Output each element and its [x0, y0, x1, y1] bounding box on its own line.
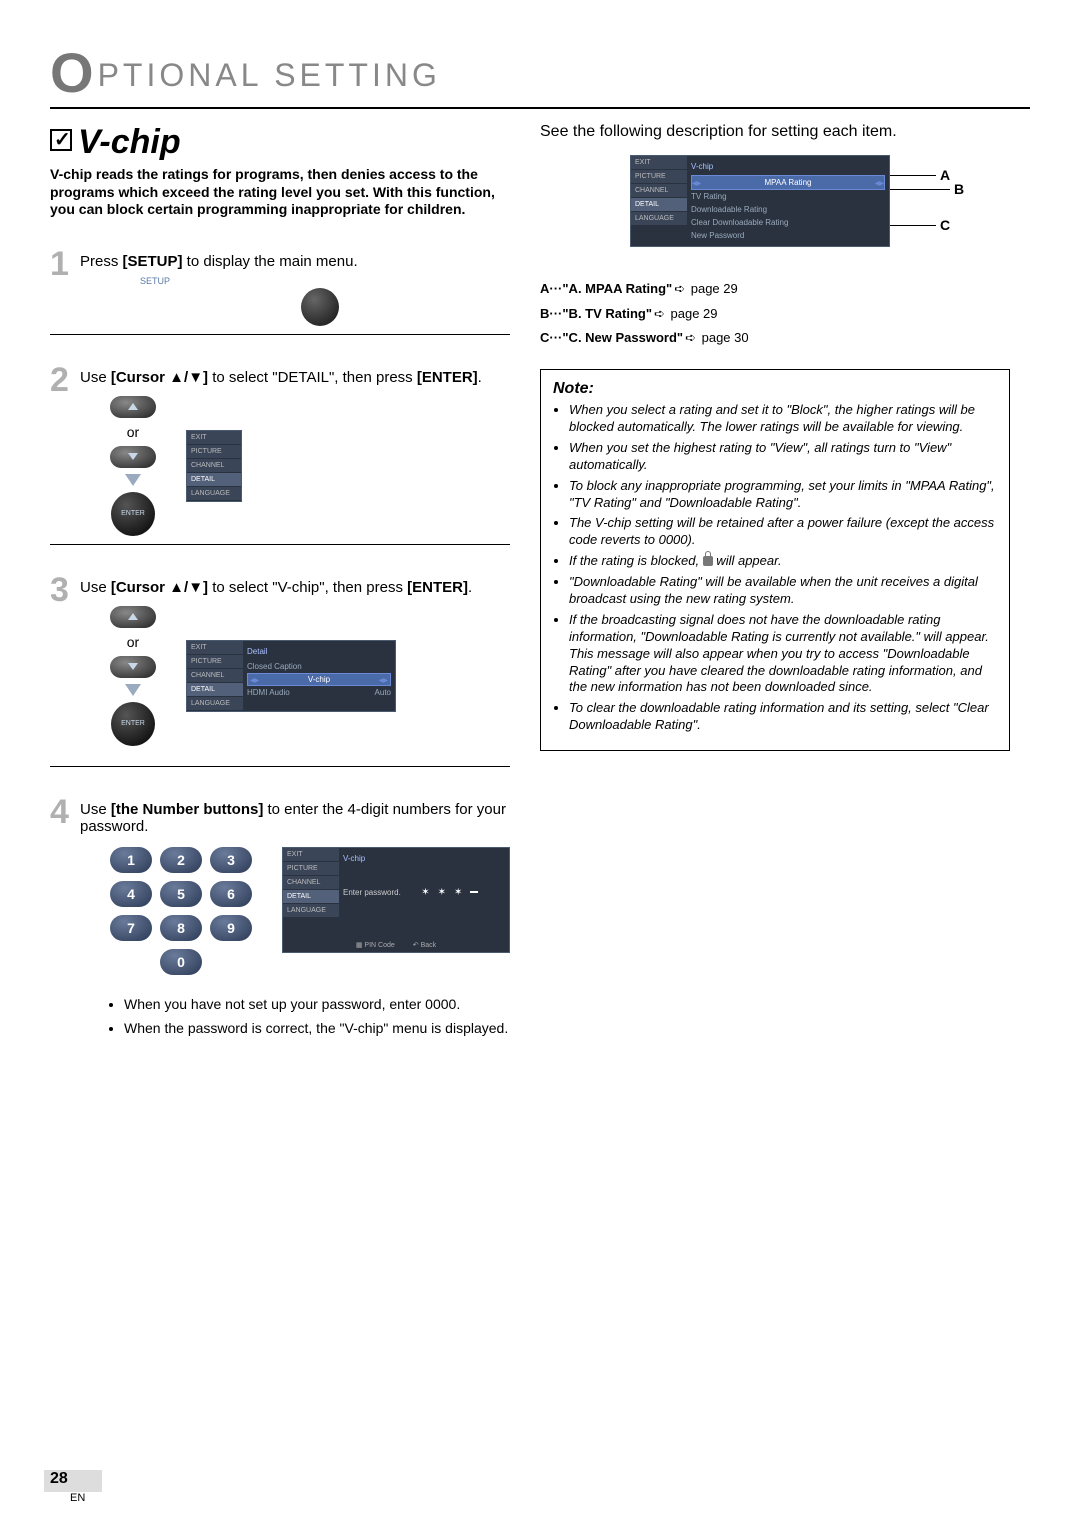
osd-detail-menu: EXIT PICTURE CHANNEL DETAIL LANGUAGE Det… — [186, 640, 396, 712]
osd-vchip-menu: EXIT PICTURE CHANNEL DETAIL LANGUAGE V-c… — [630, 155, 890, 247]
enter-button-icon: ENTER — [111, 492, 155, 536]
cursor-up-icon — [110, 396, 156, 418]
reference-lines: A···"A. MPAA Rating"➪ page 29 B···"B. TV… — [540, 277, 1010, 351]
step4-notes: When you have not set up your password, … — [110, 995, 510, 1037]
key-8: 8 — [160, 915, 202, 941]
setup-label: SETUP — [130, 276, 180, 286]
key-2: 2 — [160, 847, 202, 873]
enter-button-icon: ENTER — [111, 702, 155, 746]
key-6: 6 — [210, 881, 252, 907]
label-b: B — [954, 181, 964, 197]
right-intro: See the following description for settin… — [540, 123, 1010, 141]
step-text: Press [SETUP] to display the main menu. — [80, 247, 510, 270]
arrow-down-icon — [125, 474, 141, 486]
step-text: Use [Cursor ▲/▼] to select "DETAIL", the… — [80, 363, 510, 386]
setup-button-icon — [301, 288, 339, 326]
osd-sidebar-menu: EXIT PICTURE CHANNEL DETAIL LANGUAGE — [186, 430, 242, 502]
step-number: 3 — [50, 573, 69, 607]
label-c: C — [940, 217, 950, 233]
cursor-up-icon — [110, 606, 156, 628]
or-label: or — [127, 634, 139, 650]
osd-vchip-password: EXIT PICTURE CHANNEL DETAIL LANGUAGE V-c… — [282, 847, 510, 953]
lock-icon — [703, 556, 713, 566]
step-number: 1 — [50, 247, 69, 281]
arrow-down-icon — [125, 684, 141, 696]
key-5: 5 — [160, 881, 202, 907]
step-number: 4 — [50, 795, 69, 829]
section-heading: V-chip — [50, 123, 510, 162]
step-number: 2 — [50, 363, 69, 397]
page-number: 28 — [50, 1470, 68, 1488]
intro-text: V-chip reads the ratings for programs, t… — [50, 166, 510, 219]
note-box: Note: When you select a rating and set i… — [540, 369, 1010, 751]
key-3: 3 — [210, 847, 252, 873]
label-a: A — [940, 167, 950, 183]
step-text: Use [the Number buttons] to enter the 4-… — [80, 795, 510, 835]
header-title: OPTIONAL SETTING — [50, 40, 1030, 109]
or-label: or — [127, 424, 139, 440]
number-keypad: 1 2 3 4 5 6 7 8 9 — [110, 847, 252, 941]
cursor-down-icon — [110, 446, 156, 468]
cursor-down-icon — [110, 656, 156, 678]
key-7: 7 — [110, 915, 152, 941]
page-language: EN — [70, 1492, 85, 1504]
key-4: 4 — [110, 881, 152, 907]
key-0: 0 — [160, 949, 202, 975]
key-9: 9 — [210, 915, 252, 941]
key-1: 1 — [110, 847, 152, 873]
step-text: Use [Cursor ▲/▼] to select "V-chip", the… — [80, 573, 510, 596]
checkbox-icon — [50, 129, 72, 151]
